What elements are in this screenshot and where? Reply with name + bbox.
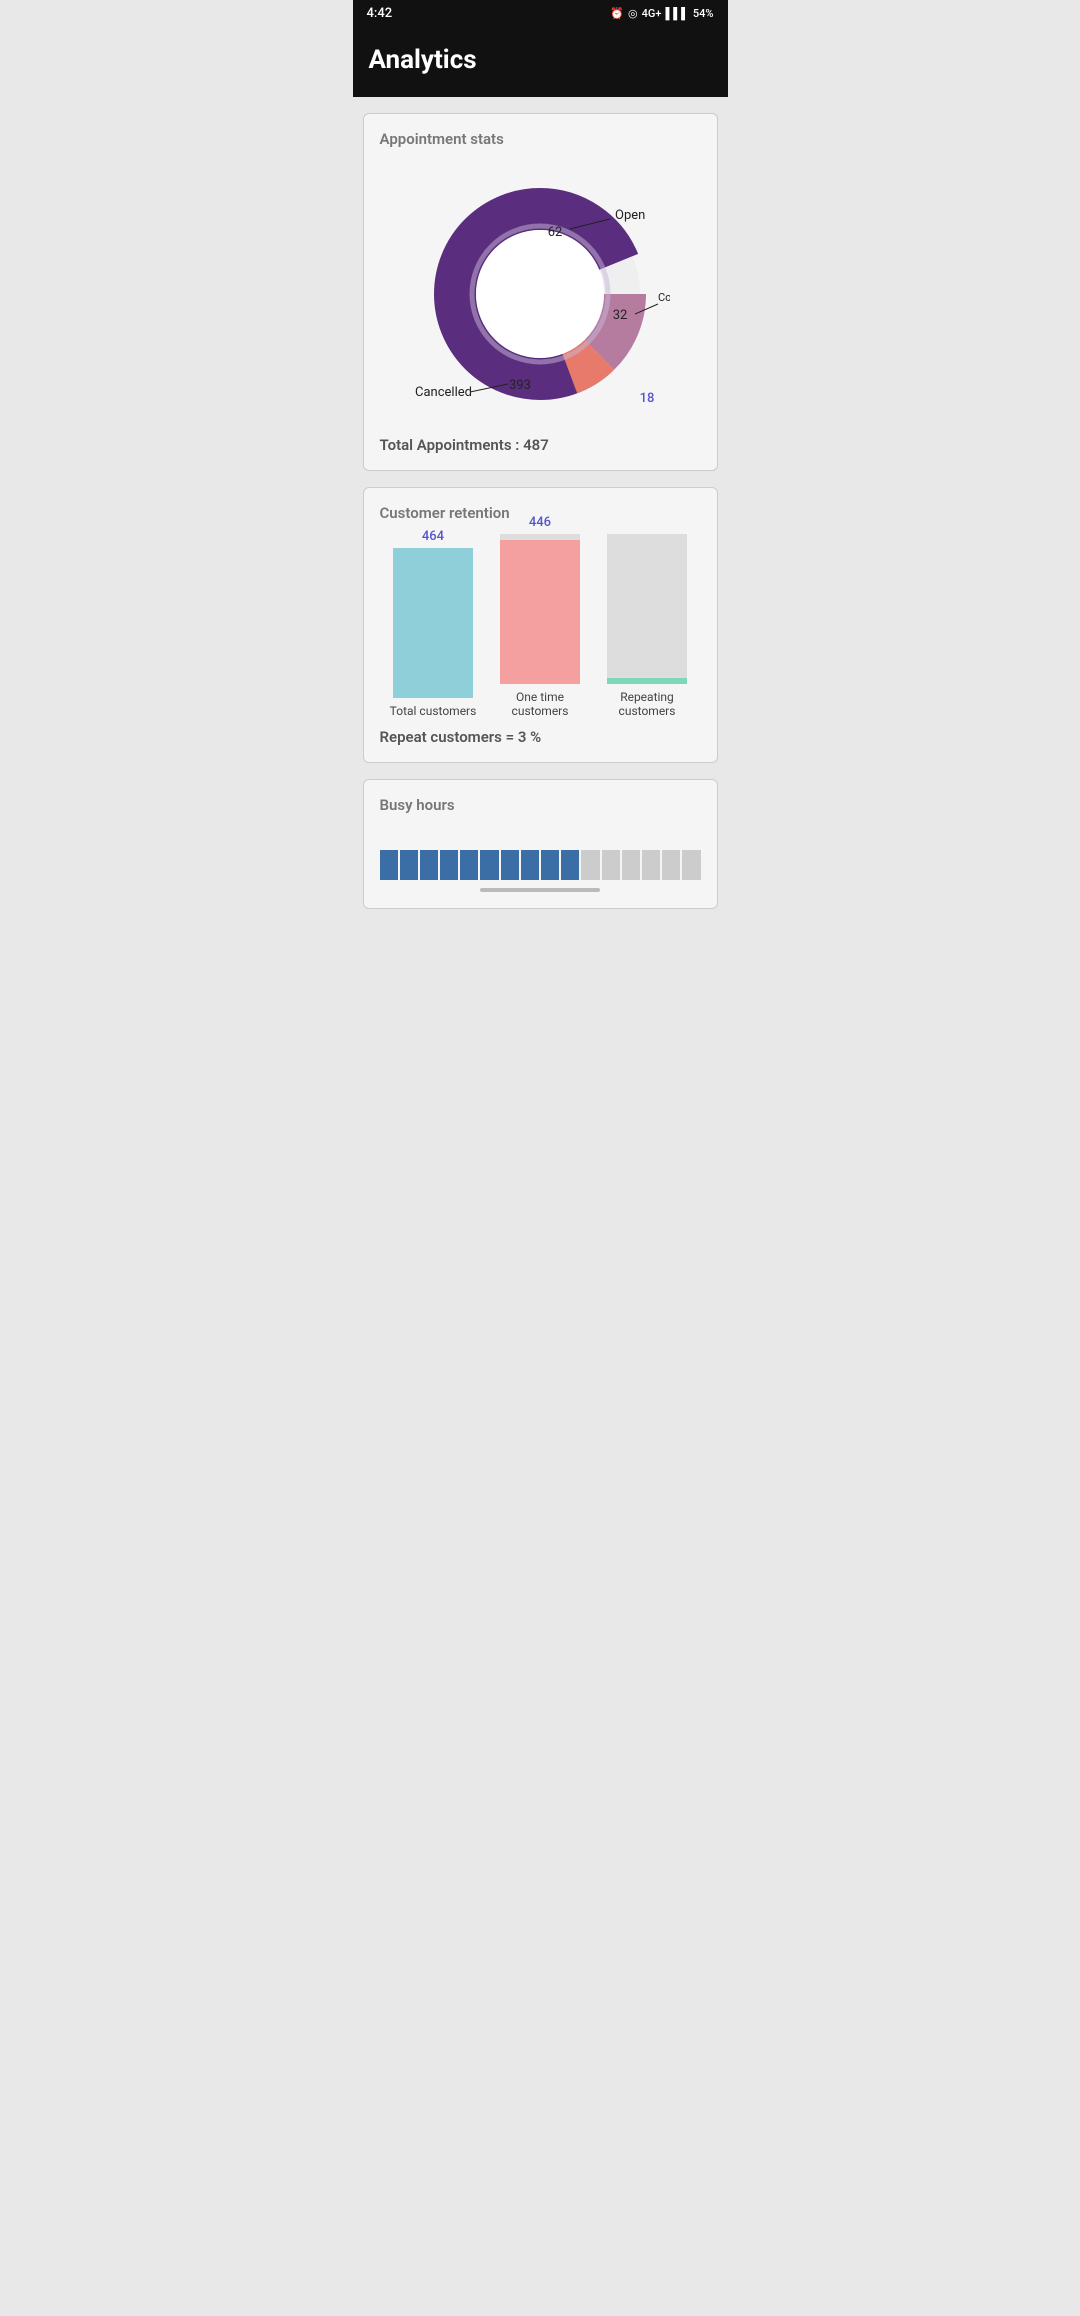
completed-text-label: Complet… <box>658 291 670 304</box>
app-header: Analytics <box>353 27 728 97</box>
cancelled-value-label: 393 <box>509 378 531 393</box>
busy-bar-9 <box>541 850 559 880</box>
scrollbar-hint <box>480 888 600 892</box>
alarm-icon: ⏰ <box>610 7 624 20</box>
bar-group-repeating: 18 Repeating customers <box>602 391 692 718</box>
busy-bar-16 <box>682 850 700 880</box>
completed-value-label: 32 <box>613 308 628 323</box>
busy-bar-11 <box>581 850 599 880</box>
battery-icon: 54% <box>693 7 714 20</box>
busy-bar-4 <box>440 850 458 880</box>
donut-chart-wrapper: 62 32 393 Open Complet… Cancelled <box>410 164 670 424</box>
bar-outer-total <box>393 548 473 698</box>
bar-group-total: 464 Total customers <box>388 529 478 718</box>
busy-hours-card: Busy hours <box>363 779 718 909</box>
bar-fill-total <box>393 548 473 698</box>
network-icon: 4G+ <box>642 7 662 20</box>
busy-bar-12 <box>602 850 620 880</box>
appointment-stats-card: Appointment stats <box>363 113 718 471</box>
donut-chart-container: 62 32 393 Open Complet… Cancelled <box>380 164 701 424</box>
busy-bar-2 <box>400 850 418 880</box>
busy-bar-13 <box>622 850 640 880</box>
status-bar: 4:42 ⏰ ◎ 4G+ ▌▌▌ 54% <box>353 0 728 27</box>
bar-fill-repeating <box>607 678 687 684</box>
donut-svg: 62 32 393 Open Complet… Cancelled <box>410 164 670 424</box>
signal-icon: ▌▌▌ <box>666 7 689 20</box>
bar-outer-onetime <box>500 534 580 684</box>
bar-label-onetime: One time customers <box>495 690 585 718</box>
busy-bar-1 <box>380 850 398 880</box>
customer-retention-card: Customer retention 464 Total customers 4… <box>363 487 718 763</box>
bar-value-onetime: 446 <box>529 515 551 530</box>
open-value-label: 62 <box>548 225 563 240</box>
bar-chart-area: 464 Total customers 446 One time custome… <box>380 538 701 718</box>
bar-label-total: Total customers <box>390 704 477 718</box>
bar-group-onetime: 446 One time customers <box>495 515 585 718</box>
busy-bar-10 <box>561 850 579 880</box>
bar-value-total: 464 <box>422 529 444 544</box>
app-title: Analytics <box>369 45 712 75</box>
busy-hours-bar-area <box>380 830 701 880</box>
donut-hole <box>476 230 604 358</box>
busy-bar-14 <box>642 850 660 880</box>
busy-bar-3 <box>420 850 438 880</box>
busy-bar-7 <box>501 850 519 880</box>
busy-bar-5 <box>460 850 478 880</box>
busy-bar-15 <box>662 850 680 880</box>
bar-label-repeating: Repeating customers <box>602 690 692 718</box>
busy-hours-title: Busy hours <box>380 796 701 814</box>
busy-bar-8 <box>521 850 539 880</box>
busy-bar-6 <box>480 850 498 880</box>
bar-fill-onetime <box>500 540 580 684</box>
wifi-icon: ◎ <box>628 7 638 20</box>
cancelled-text-label: Cancelled <box>415 385 472 400</box>
repeat-customers-text: Repeat customers = 3 % <box>380 728 701 746</box>
open-text-label: Open <box>615 208 645 223</box>
status-icons: ⏰ ◎ 4G+ ▌▌▌ 54% <box>610 7 713 20</box>
status-time: 4:42 <box>367 6 393 21</box>
appointment-stats-title: Appointment stats <box>380 130 701 148</box>
bar-outer-repeating <box>607 534 687 684</box>
